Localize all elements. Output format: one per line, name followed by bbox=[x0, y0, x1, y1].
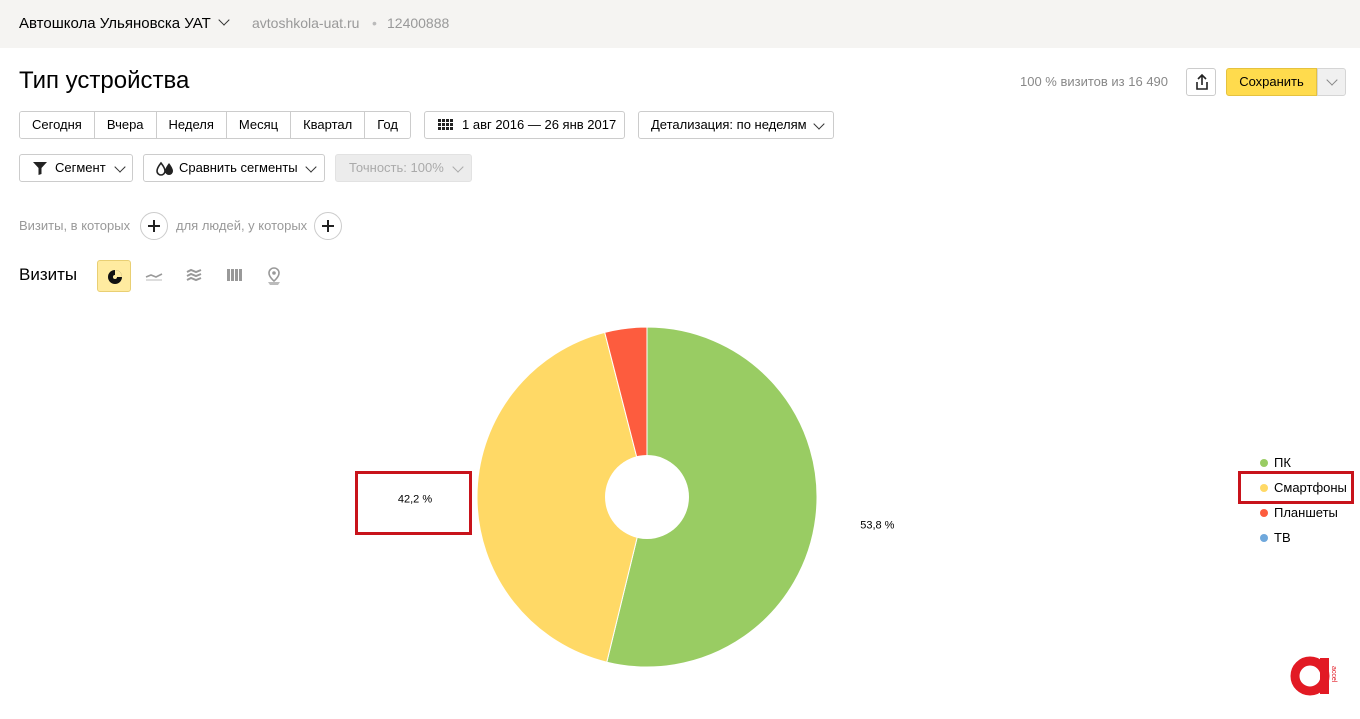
highlight-box bbox=[355, 471, 472, 535]
people-condition-label: для людей, у которых bbox=[176, 218, 308, 233]
visits-condition-label: Визиты, в которых bbox=[19, 218, 131, 233]
map-button[interactable] bbox=[257, 260, 291, 292]
compare-segments-button[interactable]: Сравнить сегменты bbox=[143, 154, 325, 182]
pie-chart-icon bbox=[108, 270, 122, 284]
site-name[interactable]: Автошкола Ульяновска УАТ bbox=[19, 15, 211, 32]
chevron-down-icon bbox=[114, 161, 126, 173]
visits-summary: 100 % визитов из 16 490 bbox=[1020, 74, 1169, 89]
filter-icon bbox=[33, 162, 47, 175]
top-bar: Автошкола Ульяновска УАТ avtoshkola-uat.… bbox=[0, 0, 1360, 48]
donut-hole bbox=[605, 455, 689, 539]
date-range-button[interactable]: 1 авг 2016 — 26 янв 2017 bbox=[424, 111, 625, 139]
share-button[interactable] bbox=[1186, 68, 1216, 96]
legend-dot-icon bbox=[1260, 534, 1268, 542]
legend-item-3[interactable]: ТВ bbox=[1258, 529, 1347, 554]
legend-dot-icon bbox=[1260, 459, 1268, 467]
period-year[interactable]: Год bbox=[364, 112, 410, 138]
bar-chart-icon bbox=[227, 269, 242, 281]
period-selector: Сегодня Вчера Неделя Месяц Квартал Год bbox=[19, 111, 411, 139]
date-range-label: 1 авг 2016 — 26 янв 2017 bbox=[462, 117, 617, 132]
segment-label: Сегмент bbox=[55, 160, 106, 175]
accuracy-label: Точность: 100% bbox=[349, 160, 444, 175]
area-chart-button[interactable] bbox=[177, 260, 211, 292]
detail-dropdown[interactable]: Детализация: по неделям bbox=[638, 111, 834, 139]
share-icon bbox=[1196, 73, 1208, 90]
chevron-down-icon bbox=[305, 161, 317, 173]
counter-id: 12400888 bbox=[387, 15, 450, 31]
detail-label: Детализация: по неделям bbox=[651, 117, 807, 132]
chevron-down-icon bbox=[452, 161, 464, 173]
period-today[interactable]: Сегодня bbox=[20, 112, 94, 138]
legend-label: ТВ bbox=[1274, 530, 1291, 545]
chart-legend: ПК Смартфоны Планшеты ТВ bbox=[1258, 454, 1347, 554]
add-people-condition-button[interactable] bbox=[314, 212, 342, 240]
bar-chart-button[interactable] bbox=[217, 260, 251, 292]
line-chart-icon bbox=[145, 273, 163, 281]
chevron-down-icon bbox=[1326, 74, 1338, 86]
site-url: avtoshkola-uat.ru bbox=[252, 15, 360, 31]
map-icon bbox=[268, 267, 280, 285]
legend-label: Планшеты bbox=[1274, 505, 1338, 520]
device-type-chart: 53,8 %42,2 % bbox=[398, 326, 895, 668]
compare-label: Сравнить сегменты bbox=[179, 160, 298, 175]
period-month[interactable]: Месяц bbox=[225, 112, 291, 138]
page-title: Тип устройства bbox=[19, 67, 190, 94]
separator-dot: • bbox=[372, 15, 377, 31]
calendar-icon bbox=[438, 119, 453, 130]
accuracy-dropdown[interactable]: Точность: 100% bbox=[335, 154, 472, 182]
period-yesterday[interactable]: Вчера bbox=[93, 112, 156, 138]
legend-dot-icon bbox=[1260, 509, 1268, 517]
highlight-box bbox=[1238, 471, 1354, 504]
line-chart-button[interactable] bbox=[137, 260, 171, 292]
legend-item-2[interactable]: Планшеты bbox=[1258, 504, 1347, 529]
save-button[interactable]: Сохранить bbox=[1226, 68, 1317, 96]
pie-chart-button[interactable] bbox=[97, 260, 131, 292]
drops-icon bbox=[156, 161, 173, 176]
svg-text:accel: accel bbox=[1330, 666, 1337, 683]
period-quarter[interactable]: Квартал bbox=[290, 112, 365, 138]
period-week[interactable]: Неделя bbox=[155, 112, 226, 138]
brand-logo: accel bbox=[1290, 656, 1337, 696]
legend-label: ПК bbox=[1274, 455, 1291, 470]
save-dropdown-button[interactable] bbox=[1317, 68, 1346, 96]
segment-button[interactable]: Сегмент bbox=[19, 154, 133, 182]
chevron-down-icon bbox=[813, 118, 825, 130]
section-label: Визиты bbox=[19, 265, 78, 284]
area-chart-icon bbox=[186, 268, 202, 282]
add-visit-condition-button[interactable] bbox=[140, 212, 168, 240]
data-label-0: 53,8 % bbox=[860, 520, 894, 532]
chevron-down-icon[interactable] bbox=[218, 14, 230, 26]
